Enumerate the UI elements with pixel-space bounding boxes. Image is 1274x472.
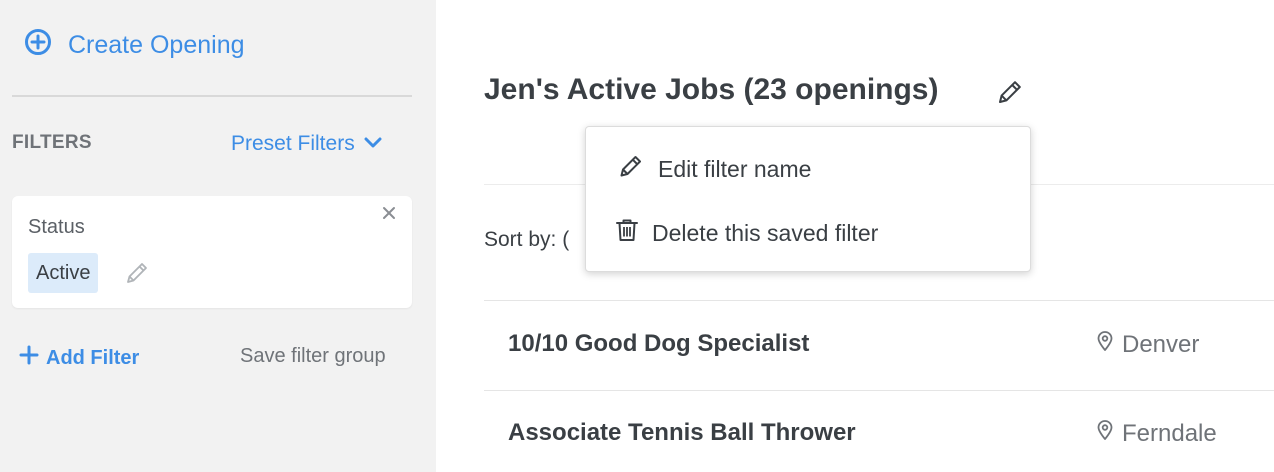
edit-filter-name-label: Edit filter name: [658, 155, 812, 182]
status-filter-card: Status Active: [12, 196, 412, 308]
add-filter-button[interactable]: Add Filter: [18, 344, 139, 372]
app-root: Create Opening FILTERS Preset Filters St…: [0, 0, 1274, 472]
location-pin-icon: [1096, 419, 1114, 448]
job-title[interactable]: Associate Tennis Ball Thrower: [508, 419, 856, 447]
delete-saved-filter-menu-item[interactable]: Delete this saved filter: [586, 207, 1030, 259]
list-divider: [484, 300, 1274, 301]
edit-filter-name-menu-item[interactable]: Edit filter name: [586, 143, 1030, 195]
plus-circle-icon: [24, 28, 52, 63]
job-row[interactable]: Associate Tennis Ball Thrower Ferndale: [484, 391, 1274, 472]
sidebar-divider: [12, 95, 412, 97]
sort-by-label[interactable]: Sort by: (: [484, 228, 569, 252]
edit-title-pencil-icon[interactable]: [996, 78, 1024, 106]
job-location-text: Denver: [1122, 330, 1200, 358]
pencil-icon[interactable]: [124, 260, 150, 286]
job-location: Ferndale: [1096, 419, 1217, 448]
plus-icon: [18, 344, 40, 372]
create-opening-label: Create Opening: [68, 30, 245, 59]
preset-filters-dropdown[interactable]: Preset Filters: [231, 132, 383, 156]
delete-saved-filter-label: Delete this saved filter: [652, 219, 879, 246]
job-location-text: Ferndale: [1122, 419, 1217, 447]
close-icon[interactable]: [380, 204, 398, 222]
pencil-icon: [618, 153, 644, 185]
filter-card-label: Status: [28, 216, 85, 238]
filters-heading: FILTERS: [12, 132, 92, 153]
location-pin-icon: [1096, 330, 1114, 359]
job-row[interactable]: 10/10 Good Dog Specialist Denver: [484, 302, 1274, 390]
preset-filters-label: Preset Filters: [231, 132, 355, 155]
page-title: Jen's Active Jobs (23 openings): [484, 73, 939, 106]
job-location: Denver: [1096, 330, 1199, 359]
create-opening-button[interactable]: Create Opening: [24, 28, 245, 62]
job-title[interactable]: 10/10 Good Dog Specialist: [508, 330, 809, 358]
add-filter-label: Add Filter: [46, 346, 140, 369]
sidebar: Create Opening FILTERS Preset Filters St…: [0, 0, 436, 472]
chevron-down-icon: [363, 132, 383, 156]
save-filter-group-link[interactable]: Save filter group: [240, 345, 386, 368]
trash-icon: [614, 217, 640, 249]
saved-filter-options-menu: Edit filter name Delete this saved filte…: [585, 126, 1031, 272]
filter-value-chip[interactable]: Active: [28, 253, 99, 293]
